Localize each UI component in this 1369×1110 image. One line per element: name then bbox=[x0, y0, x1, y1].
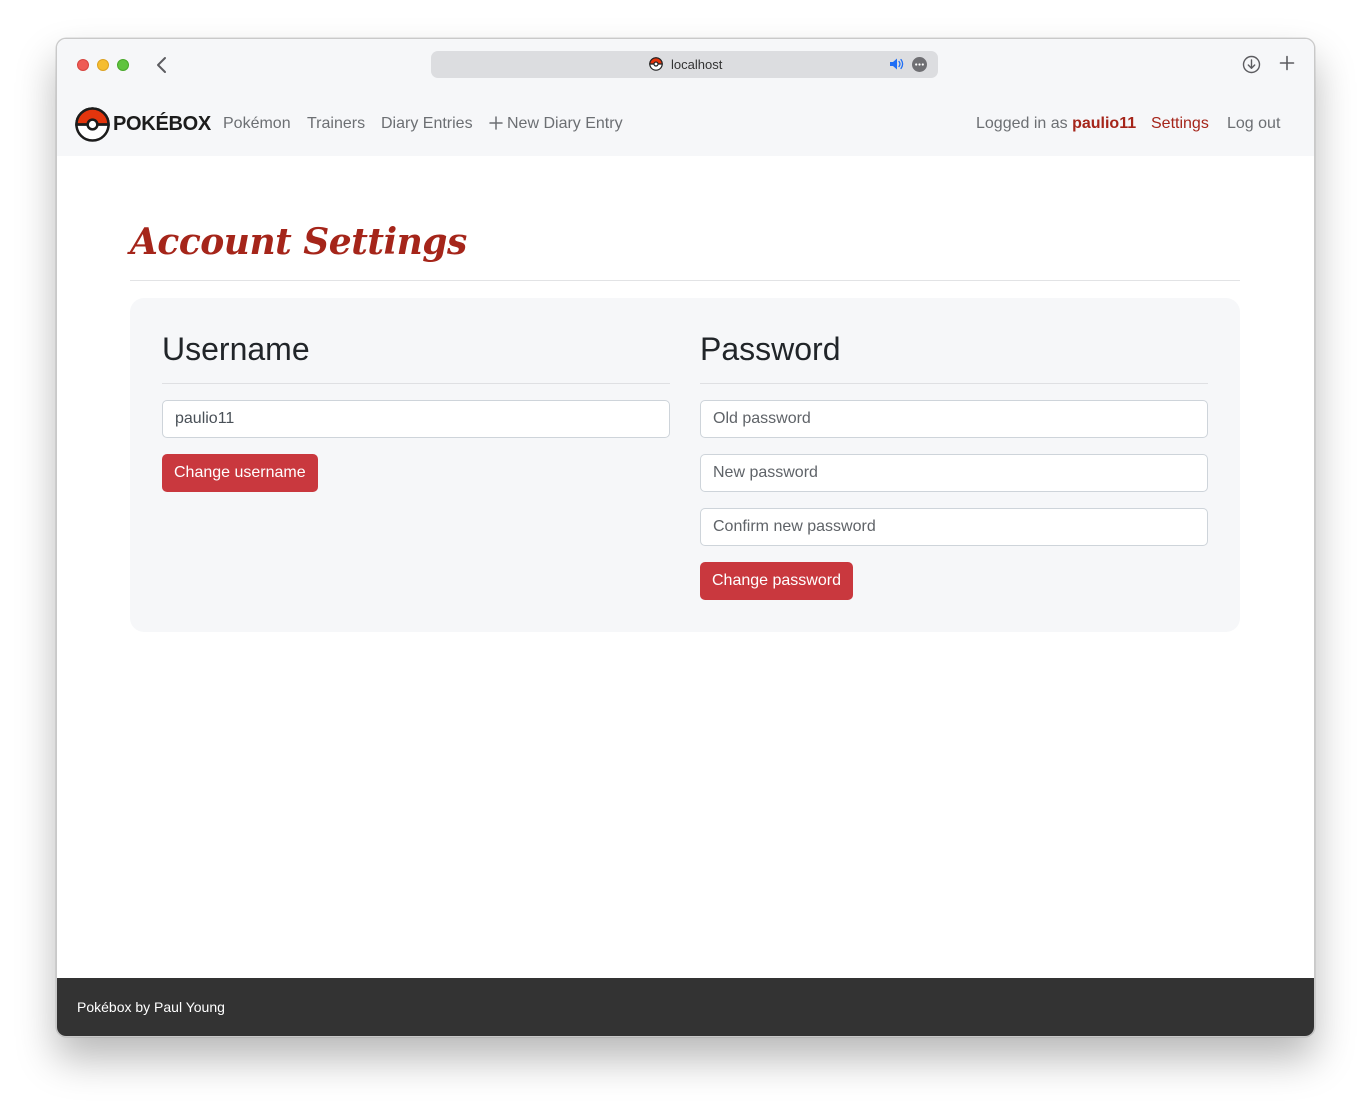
username-heading: Username bbox=[162, 331, 310, 367]
footer-credit: Pokébox by Paul Young bbox=[77, 999, 225, 1015]
nav-link-diary-entries[interactable]: Diary Entries bbox=[381, 114, 473, 134]
nav-link-new-diary-entry[interactable]: New Diary Entry bbox=[489, 114, 623, 134]
more-options-icon[interactable] bbox=[912, 57, 927, 72]
title-divider bbox=[130, 280, 1240, 281]
pokeball-logo-icon bbox=[75, 106, 110, 142]
nav-link-logout[interactable]: Log out bbox=[1227, 114, 1280, 134]
change-username-button[interactable]: Change username bbox=[162, 454, 318, 492]
old-password-input[interactable] bbox=[700, 400, 1208, 438]
page-title: Account Settings bbox=[130, 221, 467, 263]
nav-link-trainers[interactable]: Trainers bbox=[307, 114, 365, 134]
download-icon[interactable] bbox=[1242, 55, 1261, 74]
minimize-window-button[interactable] bbox=[97, 59, 109, 71]
change-password-button[interactable]: Change password bbox=[700, 562, 853, 600]
nav-link-new-diary-entry-label: New Diary Entry bbox=[507, 115, 623, 132]
zoom-window-button[interactable] bbox=[117, 59, 129, 71]
nav-link-pokemon[interactable]: Pokémon bbox=[223, 114, 291, 134]
username-divider bbox=[162, 383, 670, 384]
brand-name: POKÉBOX bbox=[113, 112, 211, 135]
confirm-password-input[interactable] bbox=[700, 508, 1208, 546]
current-username: paulio11 bbox=[1072, 115, 1137, 132]
password-heading: Password bbox=[700, 331, 841, 367]
site-navbar: POKÉBOX Pokémon Trainers Diary Entries N… bbox=[57, 91, 1314, 156]
url-text: localhost bbox=[671, 57, 723, 72]
account-settings-panel: Username Change username Password Change… bbox=[130, 298, 1240, 632]
nav-link-settings[interactable]: Settings bbox=[1151, 114, 1209, 134]
new-password-input[interactable] bbox=[700, 454, 1208, 492]
brand-link[interactable]: POKÉBOX bbox=[75, 106, 211, 142]
browser-window: localhost POKÉBOX Pokémon Trainers Diary… bbox=[56, 38, 1315, 1037]
username-input[interactable] bbox=[162, 400, 670, 438]
new-tab-plus-icon[interactable] bbox=[1279, 55, 1295, 71]
logged-in-prefix: Logged in as bbox=[976, 115, 1068, 132]
logged-in-status: Logged in as paulio11 bbox=[976, 114, 1136, 134]
address-bar[interactable]: localhost bbox=[431, 51, 938, 78]
site-footer: Pokébox by Paul Young bbox=[57, 978, 1314, 1036]
password-divider bbox=[700, 383, 1208, 384]
browser-toolbar: localhost bbox=[57, 39, 1314, 91]
back-arrow-icon[interactable] bbox=[155, 54, 171, 76]
pokeball-favicon-icon bbox=[649, 57, 663, 71]
plus-icon bbox=[489, 116, 503, 130]
close-window-button[interactable] bbox=[77, 59, 89, 71]
speaker-icon[interactable] bbox=[889, 57, 905, 71]
